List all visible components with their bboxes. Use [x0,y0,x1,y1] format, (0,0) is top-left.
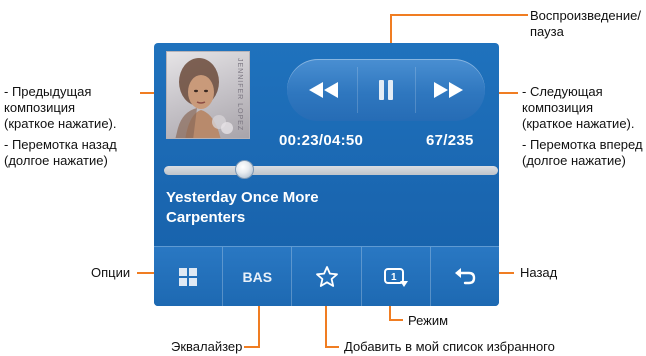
annotation-favorites: Добавить в мой список избранного [344,339,555,354]
pause-icon [379,80,393,100]
annotation-play-pause: Воспроизведение/ пауза [530,8,641,39]
album-cover: JENNIFER LOPEZ [166,51,250,139]
song-artist: Carpenters [166,209,246,226]
music-player-screen: JENNIFER LOPEZ 00:23/04:50 67/235 Yester… [154,43,499,306]
elapsed-time: 00:23/04:50 [279,132,364,149]
back-button[interactable] [430,246,499,306]
star-icon [315,265,338,287]
album-cover-text: JENNIFER LOPEZ [236,58,243,132]
options-button[interactable] [154,246,224,306]
next-button[interactable] [419,59,477,121]
rewind-icon [309,82,338,98]
back-arrow-icon [454,267,476,284]
annotation-next-short: - Следующая композиция (краткое нажатие)… [522,84,635,131]
previous-button[interactable] [295,59,353,121]
track-counter: 67/235 [426,132,474,149]
leader-line-favorites-h [325,346,339,348]
annotation-options: Опции [91,265,131,280]
annotation-next-long: - Перемотка вперед (долгое нажатие) [522,137,643,168]
mode-button[interactable]: 1 [361,246,431,306]
progress-bar[interactable] [164,166,498,175]
leader-line-play-pause-h [390,14,528,16]
leader-line-equalizer-h [244,346,260,348]
progress-thumb[interactable] [234,160,254,179]
annotation-equalizer: Эквалайзер [171,339,243,354]
annotation-prev-long: - Перемотка назад (долгое нажатие) [4,137,117,168]
svg-text:1: 1 [391,272,397,283]
leader-line-mode-h [389,319,403,321]
control-divider [357,67,358,113]
annotation-prev-short: - Предыдущая композиция (краткое нажатие… [4,84,117,131]
grid-icon [179,267,198,286]
equalizer-button[interactable]: BAS [223,246,293,306]
control-divider [415,67,416,113]
annotation-mode: Режим [408,313,449,328]
add-favorite-button[interactable] [292,246,362,306]
annotation-back: Назад [520,265,558,280]
equalizer-label: BAS [242,268,273,285]
play-pause-button[interactable] [359,59,413,121]
playback-controls [287,59,485,121]
repeat-one-icon: 1 [383,267,408,287]
fast-forward-icon [434,82,463,98]
song-title: Yesterday Once More [166,189,319,206]
bottom-toolbar: BAS 1 [154,246,499,306]
